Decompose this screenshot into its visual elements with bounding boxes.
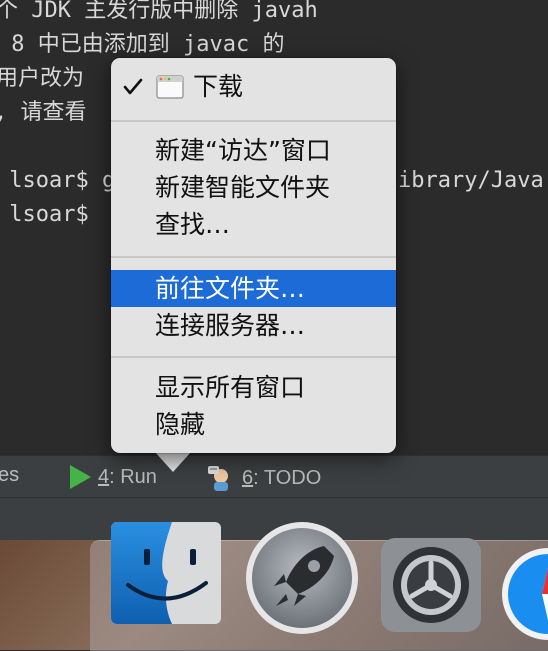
menu-item-show-all-windows[interactable]: 显示所有窗口: [111, 369, 396, 406]
menu-pointer: [155, 452, 191, 472]
menu-item-label: 新建智能文件夹: [155, 173, 331, 202]
checkmark-icon: [123, 78, 143, 95]
menu-separator: [111, 120, 396, 122]
menu-item-label: 查找…: [155, 210, 231, 239]
menu-item-label: 连接服务器…: [155, 311, 306, 340]
menu-item-label: 前往文件夹…: [155, 274, 306, 303]
todo-tab-label: 6: TODO: [242, 466, 322, 489]
terminal-line-1: 个 JDK 主发行版中删除 javah: [0, 0, 318, 23]
run-icon: [70, 465, 91, 489]
terminal-line-3: 用户改为: [0, 66, 85, 91]
system-preferences-gear-icon[interactable]: [380, 537, 482, 633]
finder-window-icon: [156, 75, 184, 99]
menu-separator: [111, 356, 396, 358]
finder-icon[interactable]: [110, 521, 222, 625]
menu-item-hide[interactable]: 隐藏: [111, 406, 396, 443]
menu-separator: [111, 256, 396, 258]
menu-item-downloads-folder[interactable]: 下载: [111, 68, 396, 105]
menu-item-new-smart-folder[interactable]: 新建智能文件夹: [111, 169, 396, 206]
terminal-line-4: , 请查看: [0, 100, 87, 125]
tool-tab-partial[interactable]: es: [0, 464, 19, 487]
run-tab-label: 4: Run: [98, 465, 157, 488]
todo-tool-tab[interactable]: 6: TODO: [206, 464, 321, 492]
launchpad-rocket-icon[interactable]: [244, 520, 360, 636]
safari-compass-icon[interactable]: [496, 548, 548, 640]
terminal-prompt-2: lsoar$: [0, 202, 89, 227]
menu-item-label: 显示所有窗口: [155, 373, 306, 402]
menu-item-downloads-label: 下载: [193, 72, 244, 101]
terminal-line-2: 8 中已由添加到 javac 的: [0, 32, 285, 57]
dock-context-menu: 下载 新建“访达”窗口 新建智能文件夹 查找… 前往文件夹… 连接服务器… 显示…: [111, 58, 396, 453]
run-tool-tab[interactable]: 4: Run: [68, 464, 157, 490]
menu-item-new-finder-window[interactable]: 新建“访达”窗口: [111, 132, 396, 169]
menu-item-label: 新建“访达”窗口: [155, 136, 331, 165]
todo-icon: [208, 466, 228, 491]
terminal-prompt-1: lsoar$ g: [0, 168, 116, 193]
menu-item-find[interactable]: 查找…: [111, 206, 396, 243]
menu-item-connect-to-server[interactable]: 连接服务器…: [111, 307, 396, 344]
tool-tab-partial-label: es: [0, 464, 20, 486]
menu-item-label: 隐藏: [155, 410, 206, 439]
terminal-path-fragment: ibrary/Java: [398, 168, 544, 193]
ide-tool-window-bar: es 4: Run 6: TODO: [0, 455, 548, 498]
menu-item-go-to-folder[interactable]: 前往文件夹…: [111, 270, 396, 307]
